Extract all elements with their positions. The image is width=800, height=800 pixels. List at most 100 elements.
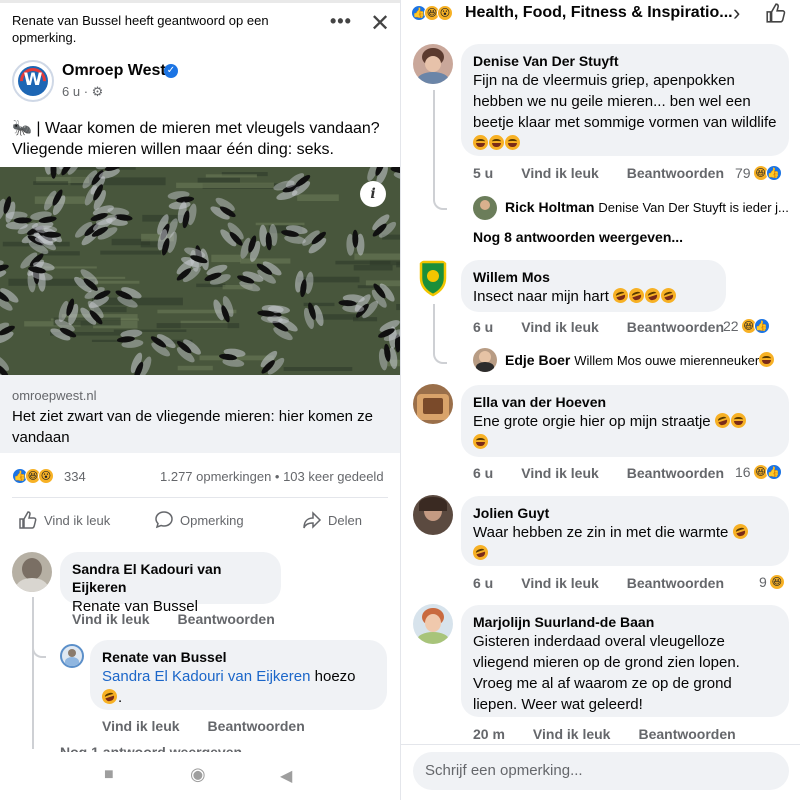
comment-bubble[interactable]: Sandra El Kadouri van Eijkeren Renate va… <box>60 552 281 615</box>
comment-bubble[interactable]: Denise Van Der Stuyft Fijn na de vleermu… <box>461 44 789 156</box>
page-name[interactable]: Omroep West <box>62 62 166 80</box>
like-comment-button[interactable]: Vind ik leuk <box>72 611 150 627</box>
reply-preview[interactable]: Rick Holtman Denise Van Der Stuyft is ie… <box>505 199 789 215</box>
wow-reaction-icon: 😮 <box>38 468 54 484</box>
reply-button[interactable]: Beantwoorden <box>627 165 724 181</box>
comment-author[interactable]: Sandra El Kadouri van Eijkeren <box>72 560 269 596</box>
thread-line <box>433 90 435 198</box>
reply-preview-text: Denise Van Der Stuyft is ieder j... <box>598 200 789 215</box>
more-replies-link[interactable]: Nog 8 antwoorden weergeven... <box>473 229 683 245</box>
comment-bubble[interactable]: Jolien Guyt Waar hebben ze zin in met di… <box>461 496 789 566</box>
thread-line <box>433 304 435 352</box>
verified-badge-icon: ✓ <box>164 64 178 78</box>
reaction-count[interactable]: 334 <box>64 469 86 484</box>
comment-author[interactable]: Willem Mos <box>473 268 714 286</box>
comment-text: Waar hebben ze zin in met die warmte <box>473 524 729 541</box>
more-options-icon[interactable]: ••• <box>330 11 352 32</box>
thread-connector <box>32 644 46 658</box>
reply-author: Edje Boer <box>505 352 571 368</box>
reply-preview[interactable]: Edje Boer Willem Mos ouwe mierenneuker <box>505 352 775 368</box>
comment-text-wrap: Fijn na de vleermuis griep, apenpokken h… <box>473 70 777 154</box>
reply-bubble[interactable]: Renate van Bussel Sandra El Kadouri van … <box>90 640 387 710</box>
page-avatar[interactable]: W <box>12 60 54 102</box>
comment-time[interactable]: 20 m <box>473 726 505 742</box>
club-crest-icon <box>419 260 447 297</box>
group-title[interactable]: Health, Food, Fitness & Inspiratio... <box>465 4 733 22</box>
comment-bubble[interactable]: Marjolijn Suurland-de Baan Gisteren inde… <box>461 605 789 717</box>
avatar[interactable] <box>413 495 453 535</box>
mention-link[interactable]: Sandra El Kadouri van Eijkeren <box>102 668 310 685</box>
comment-text: hoezo <box>314 668 356 685</box>
reply-button[interactable]: Beantwoorden <box>208 718 305 734</box>
comment-author[interactable]: Ella van der Hoeven <box>473 393 777 411</box>
reaction-summary[interactable]: 👍 😆 😮 <box>12 468 72 486</box>
avatar[interactable] <box>473 348 497 372</box>
reply-button[interactable]: Beantwoorden <box>627 319 724 335</box>
laughing-emoji-icon <box>505 135 520 150</box>
comment-author[interactable]: Renate van Bussel <box>102 648 375 666</box>
like-comment-button[interactable]: Vind ik leuk <box>521 575 599 591</box>
reaction-summary[interactable]: 👍 😆 😮 <box>411 5 461 23</box>
more-replies-link[interactable]: Nog 1 antwoord weergeven <box>60 744 242 752</box>
comments-shares-count[interactable]: 1.277 opmerkingen • 103 keer gedeeld <box>160 469 384 484</box>
comment-time[interactable]: 6 u <box>473 319 493 335</box>
close-icon[interactable]: ✕ <box>370 9 390 38</box>
comment-reaction-count[interactable]: 22 😆 👍 <box>723 318 770 334</box>
back-icon[interactable]: ◀ <box>280 766 292 786</box>
home-icon[interactable]: ◉ <box>190 764 206 785</box>
share-icon <box>303 511 322 529</box>
reply-button[interactable]: Beantwoorden <box>627 575 724 591</box>
comment-author[interactable]: Marjolijn Suurland-de Baan <box>473 613 777 631</box>
share-button[interactable]: Delen <box>302 510 362 530</box>
rofl-emoji-icon <box>659 286 679 305</box>
like-comment-button[interactable]: Vind ik leuk <box>102 718 180 734</box>
avatar[interactable] <box>413 258 453 298</box>
avatar[interactable] <box>413 44 453 84</box>
comment-text: Ene grote orgie hier op mijn straatje <box>473 413 711 430</box>
comment-time[interactable]: 5 u <box>473 165 493 181</box>
comment-bubble[interactable]: Willem Mos Insect naar mijn hart <box>461 260 726 312</box>
comment-button[interactable]: Opmerking <box>154 510 244 530</box>
avatar[interactable] <box>413 384 453 424</box>
comment-author[interactable]: Jolien Guyt <box>473 504 777 522</box>
like-comment-button[interactable]: Vind ik leuk <box>521 319 599 335</box>
rofl-emoji-icon <box>643 286 663 305</box>
reply-button[interactable]: Beantwoorden <box>638 726 735 742</box>
notification-bar[interactable]: Renate van Bussel heeft geantwoord op ee… <box>0 0 400 48</box>
info-icon[interactable]: i <box>360 181 386 207</box>
thumbs-up-icon <box>19 511 37 529</box>
post-time-text: 6 u <box>62 84 81 99</box>
thread-connector <box>433 350 447 364</box>
like-button[interactable]: Vind ik leuk <box>18 510 110 530</box>
comment-author[interactable]: Denise Van Der Stuyft <box>473 52 777 70</box>
comment-bubble[interactable]: Ella van der Hoeven Ene grote orgie hier… <box>461 385 789 457</box>
recent-apps-icon[interactable]: ■ <box>104 766 114 784</box>
post-timestamp[interactable]: 6 u · ⚙ <box>62 84 103 100</box>
comment-reaction-count[interactable]: 79 😆 👍 <box>735 165 782 181</box>
avatar[interactable] <box>473 196 497 220</box>
rofl-emoji-icon <box>100 687 119 706</box>
comment-time[interactable]: 6 u <box>473 465 493 481</box>
thumbs-up-icon[interactable] <box>765 2 787 29</box>
reply-button[interactable]: Beantwoorden <box>627 465 724 481</box>
avatar[interactable] <box>413 604 453 644</box>
thread-line <box>32 597 34 749</box>
rofl-emoji-icon <box>471 543 490 562</box>
post-image[interactable] <box>0 167 400 375</box>
avatar[interactable] <box>60 644 84 668</box>
like-comment-button[interactable]: Vind ik leuk <box>521 465 599 481</box>
like-comment-button[interactable]: Vind ik leuk <box>521 165 599 181</box>
comment-text-wrap: Waar hebben ze zin in met die warmte <box>471 522 777 564</box>
like-reaction-icon: 👍 <box>753 318 770 334</box>
reply-button[interactable]: Beantwoorden <box>178 611 275 627</box>
chevron-right-icon[interactable]: › <box>733 0 740 26</box>
omroep-west-logo: W <box>14 62 52 100</box>
comment-reaction-count[interactable]: 16 😆 👍 <box>735 464 782 480</box>
comment-time[interactable]: 6 u <box>473 575 493 591</box>
link-title[interactable]: Het ziet zwart van de vliegende mieren: … <box>12 406 392 448</box>
comment-actions: 6 u Vind ik leuk Beantwoorden <box>473 465 724 481</box>
like-comment-button[interactable]: Vind ik leuk <box>533 726 611 742</box>
comment-reaction-count[interactable]: 9 😆 <box>759 574 785 590</box>
avatar[interactable] <box>12 552 52 592</box>
post-text: 🐜 | Waar komen de mieren met vleugels va… <box>12 120 380 158</box>
